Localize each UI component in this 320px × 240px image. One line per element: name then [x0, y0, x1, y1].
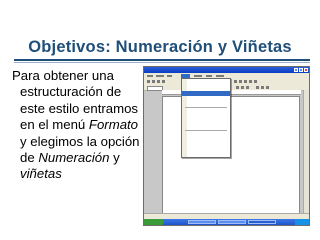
body-line-3: este estilo entramos — [20, 100, 139, 116]
body-line-7: viñetas — [12, 166, 140, 182]
menu-bar-item — [216, 74, 224, 77]
taskbar-button — [218, 220, 246, 224]
menu-item — [182, 101, 230, 106]
slide-title: Objetivos: Numeración y Viñetas — [28, 38, 292, 56]
body-line-5: y elegimos la opción — [20, 133, 140, 149]
menu-item — [182, 147, 230, 152]
option-name-numeracion: Numeración — [38, 150, 110, 166]
menu-name-formato: Formato — [88, 117, 139, 133]
menu-item — [182, 124, 230, 129]
menu-separator — [185, 130, 227, 131]
title-underline — [14, 59, 310, 63]
minimize-icon — [294, 68, 298, 72]
start-button — [144, 219, 164, 225]
body-line-6-end: y — [109, 150, 120, 166]
menu-bar-item — [167, 74, 172, 77]
body-line-4-text: en el menú — [20, 117, 89, 133]
body-line-1: Para obtener una — [12, 68, 114, 83]
windows-taskbar — [144, 219, 309, 225]
menu-bar-item-selected — [181, 73, 190, 78]
option-name-vinetas: viñetas — [20, 166, 62, 182]
formato-dropdown-menu — [181, 78, 231, 158]
taskbar-button — [188, 220, 216, 224]
system-tray — [295, 219, 309, 225]
menu-bar-item — [156, 74, 164, 77]
word-screenshot-image — [143, 66, 310, 226]
taskbar-button-active — [248, 220, 276, 224]
body-line-4: en el menú Formato — [12, 117, 140, 133]
vertical-scrollbar — [303, 90, 309, 213]
menu-bar-item — [147, 74, 153, 77]
menu-separator — [185, 107, 227, 108]
slide-body-text: Para obtener una estructuración de este … — [12, 68, 140, 183]
body-line-6-text: de — [20, 150, 39, 166]
body-line-6: de Numeración y — [12, 150, 140, 166]
menu-bar-item — [206, 74, 212, 77]
menu-bar-item — [194, 74, 202, 77]
maximize-icon — [299, 68, 303, 72]
body-line-2: estructuración de — [20, 84, 122, 100]
close-icon — [304, 68, 308, 72]
